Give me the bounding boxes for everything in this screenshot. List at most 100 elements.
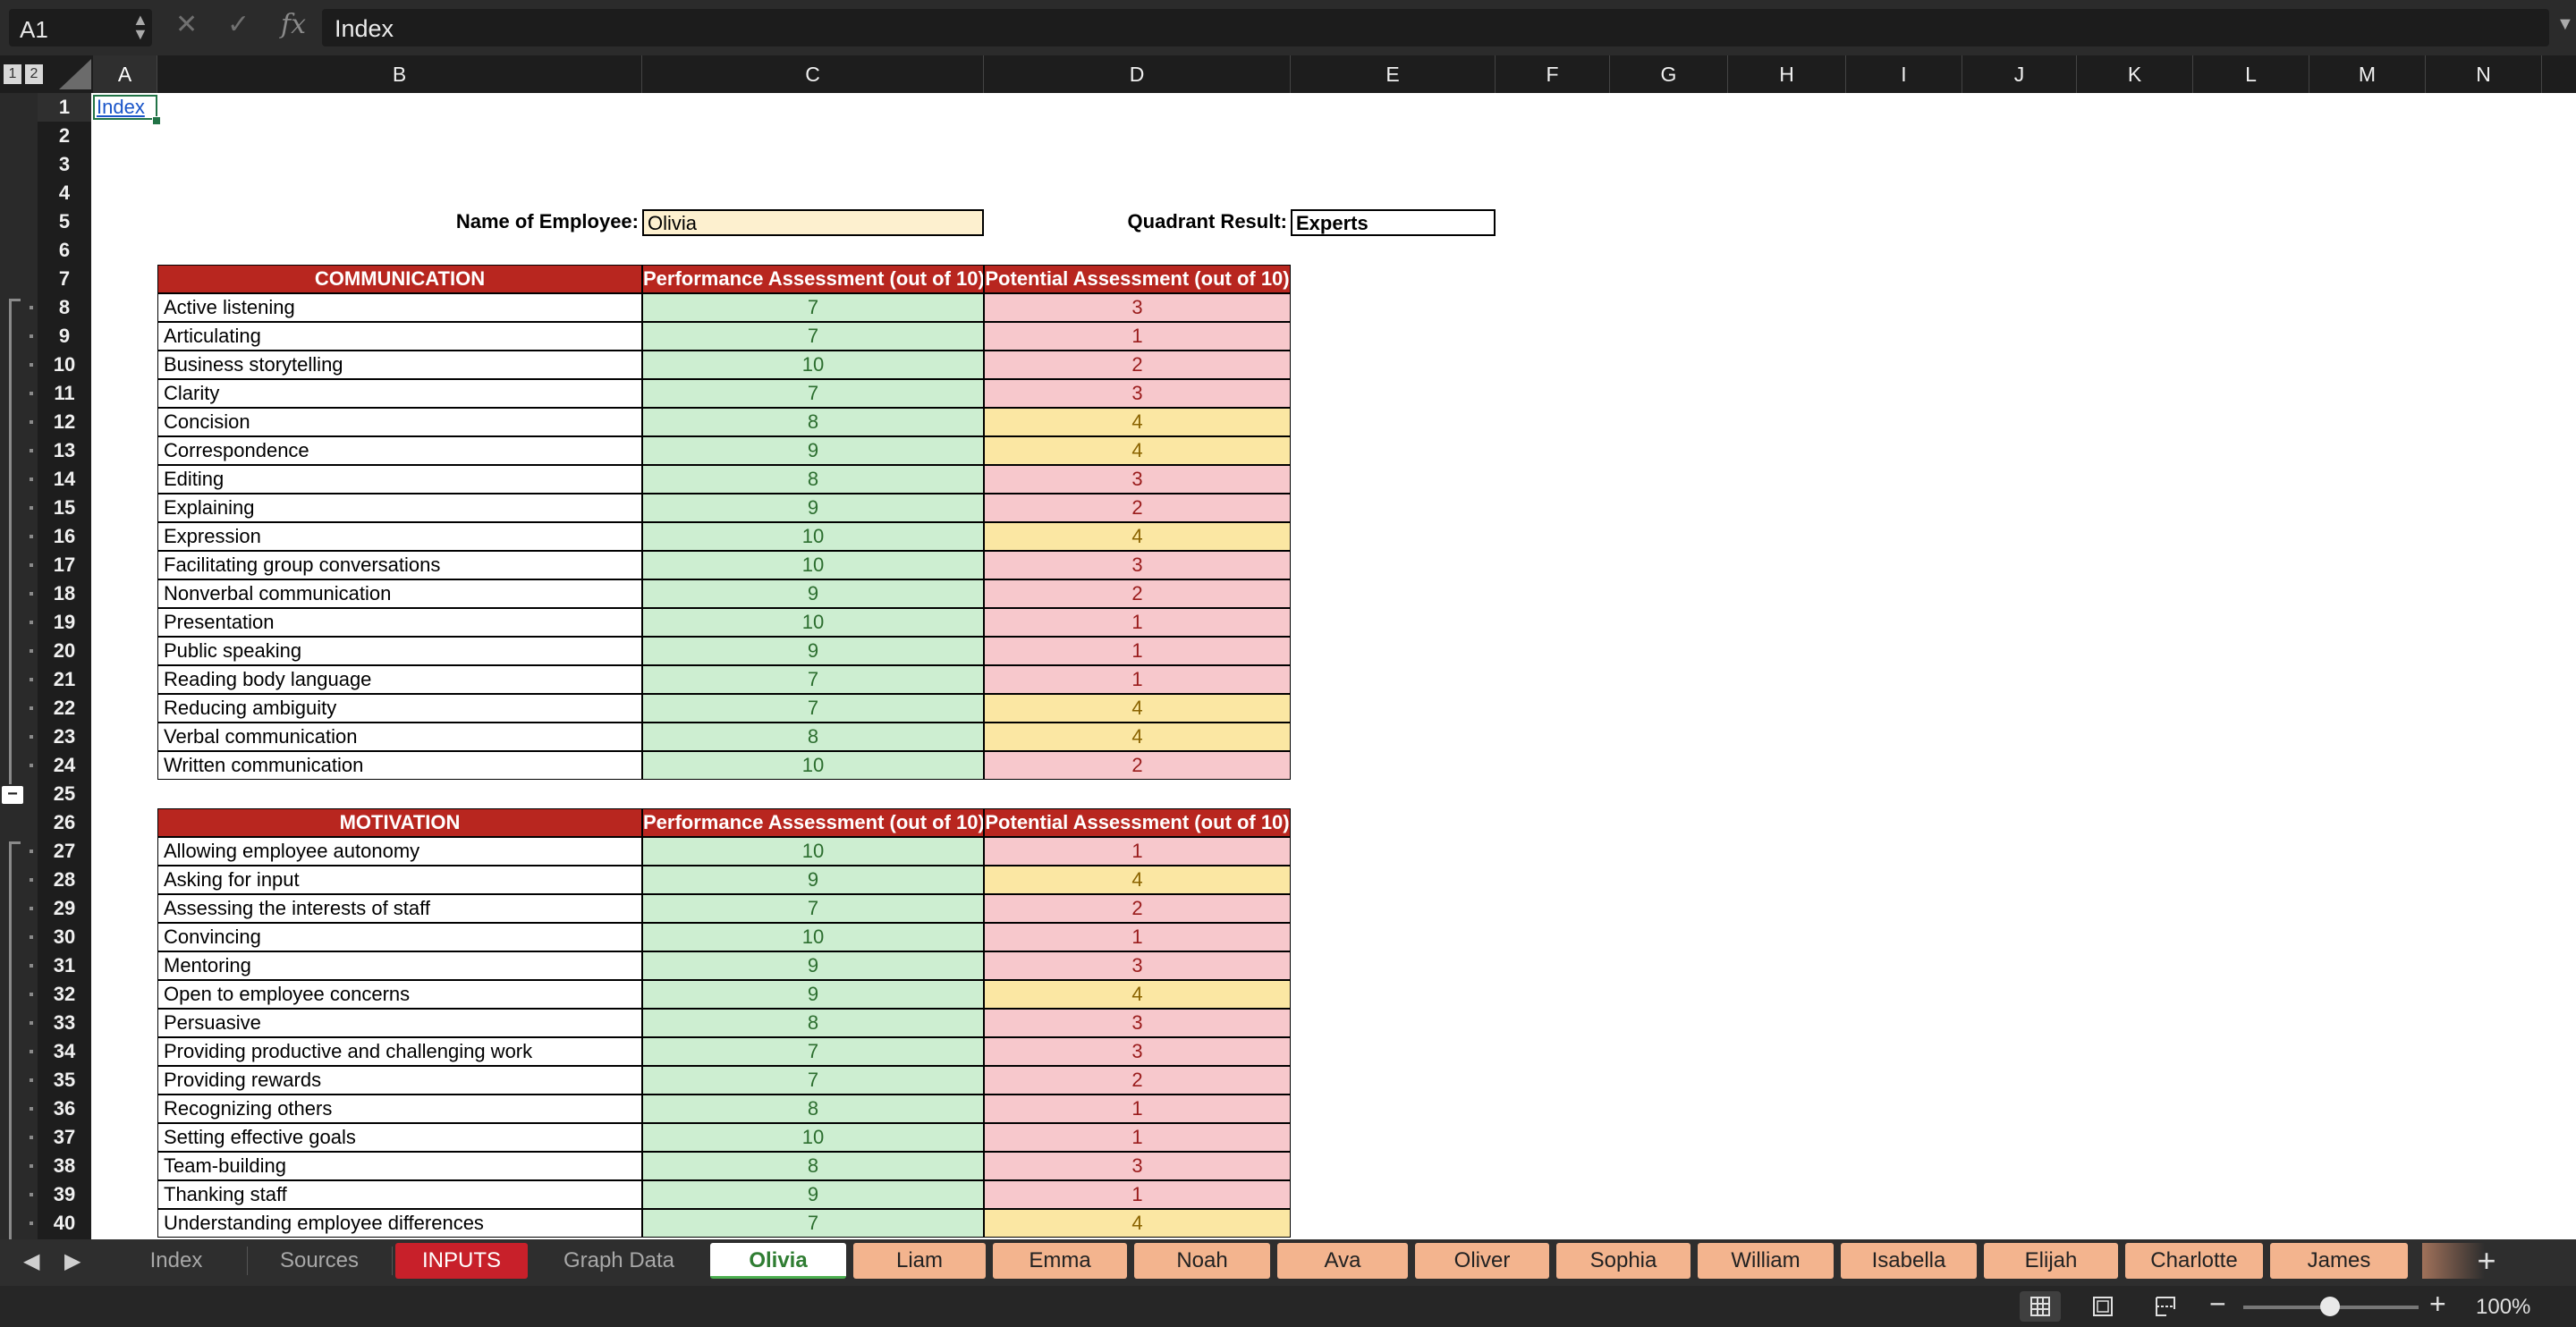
column-header-g[interactable]: G xyxy=(1610,55,1728,93)
communication-skill-cell[interactable]: Correspondence xyxy=(157,436,642,465)
zoom-in-button[interactable]: + xyxy=(2429,1288,2446,1321)
sheet-tab-isabella[interactable]: Isabella xyxy=(1841,1243,1977,1279)
row-header-7[interactable]: 7 xyxy=(38,265,91,293)
motivation-skill-cell[interactable]: Team-building xyxy=(157,1152,642,1180)
sheet-tab-elijah[interactable]: Elijah xyxy=(1984,1243,2118,1279)
communication-performance-cell[interactable]: 7 xyxy=(642,379,984,408)
motivation-skill-cell[interactable]: Recognizing others xyxy=(157,1095,642,1123)
row-header-19[interactable]: 19 xyxy=(38,608,91,637)
formula-input[interactable]: Index xyxy=(322,9,2549,46)
communication-potential-cell[interactable]: 2 xyxy=(984,579,1291,608)
motivation-performance-cell[interactable]: 7 xyxy=(642,1037,984,1066)
motivation-skill-cell[interactable]: Mentoring xyxy=(157,951,642,980)
communication-potential-cell[interactable]: 3 xyxy=(984,465,1291,494)
row-header-4[interactable]: 4 xyxy=(38,179,91,207)
row-header-11[interactable]: 11 xyxy=(38,379,91,408)
row-header-5[interactable]: 5 xyxy=(38,207,91,236)
motivation-performance-cell[interactable]: 7 xyxy=(642,1066,984,1095)
sheet-tab-james[interactable]: James xyxy=(2270,1243,2408,1279)
motivation-performance-cell[interactable]: 9 xyxy=(642,1180,984,1209)
row-header-35[interactable]: 35 xyxy=(38,1066,91,1095)
row-header-28[interactable]: 28 xyxy=(38,866,91,894)
communication-performance-cell[interactable]: 8 xyxy=(642,465,984,494)
communication-performance-cell[interactable]: 10 xyxy=(642,751,984,780)
motivation-performance-cell[interactable]: 9 xyxy=(642,866,984,894)
sheet-tab-ava[interactable]: Ava xyxy=(1277,1243,1408,1279)
row-header-38[interactable]: 38 xyxy=(38,1152,91,1180)
outline-level-2-button[interactable]: 2 xyxy=(25,64,43,84)
motivation-potential-cell[interactable]: 3 xyxy=(984,1152,1291,1180)
communication-potential-cell[interactable]: 1 xyxy=(984,637,1291,665)
communication-potential-cell[interactable]: 2 xyxy=(984,494,1291,522)
motivation-potential-cell[interactable]: 1 xyxy=(984,837,1291,866)
collapse-group-button[interactable]: − xyxy=(2,785,23,804)
communication-skill-cell[interactable]: Public speaking xyxy=(157,637,642,665)
formula-expand-icon[interactable]: ▼ xyxy=(2556,14,2574,35)
column-header-e[interactable]: E xyxy=(1291,55,1496,93)
row-header-29[interactable]: 29 xyxy=(38,894,91,923)
motivation-performance-cell[interactable]: 8 xyxy=(642,1152,984,1180)
sheet-tab-oliver[interactable]: Oliver xyxy=(1415,1243,1549,1279)
communication-skill-cell[interactable]: Verbal communication xyxy=(157,723,642,751)
fill-handle[interactable] xyxy=(152,116,161,125)
motivation-potential-cell[interactable]: 1 xyxy=(984,1095,1291,1123)
row-header-22[interactable]: 22 xyxy=(38,694,91,723)
motivation-performance-cell[interactable]: 9 xyxy=(642,951,984,980)
zoom-out-button[interactable]: − xyxy=(2209,1288,2226,1321)
row-header-36[interactable]: 36 xyxy=(38,1095,91,1123)
row-header-8[interactable]: 8 xyxy=(38,293,91,322)
row-header-17[interactable]: 17 xyxy=(38,551,91,579)
row-header-18[interactable]: 18 xyxy=(38,579,91,608)
motivation-skill-cell[interactable]: Asking for input xyxy=(157,866,642,894)
sheet-tab-sophia[interactable]: Sophia xyxy=(1556,1243,1690,1279)
communication-skill-cell[interactable]: Articulating xyxy=(157,322,642,351)
communication-performance-cell[interactable]: 7 xyxy=(642,293,984,322)
row-header-9[interactable]: 9 xyxy=(38,322,91,351)
quadrant-result-field[interactable]: Experts xyxy=(1291,209,1496,236)
column-header-b[interactable]: B xyxy=(157,55,642,93)
communication-performance-cell[interactable]: 7 xyxy=(642,322,984,351)
motivation-skill-cell[interactable]: Open to employee concerns xyxy=(157,980,642,1009)
communication-skill-cell[interactable]: Expression xyxy=(157,522,642,551)
motivation-skill-cell[interactable]: Thanking staff xyxy=(157,1180,642,1209)
communication-potential-cell[interactable]: 4 xyxy=(984,694,1291,723)
page-layout-icon[interactable] xyxy=(2082,1291,2123,1322)
communication-potential-cell[interactable]: 1 xyxy=(984,322,1291,351)
row-header-23[interactable]: 23 xyxy=(38,723,91,751)
motivation-performance-cell[interactable]: 7 xyxy=(642,894,984,923)
communication-potential-cell[interactable]: 2 xyxy=(984,751,1291,780)
communication-potential-cell[interactable]: 3 xyxy=(984,379,1291,408)
sheet-tab-charlotte[interactable]: Charlotte xyxy=(2125,1243,2263,1279)
motivation-skill-cell[interactable]: Allowing employee autonomy xyxy=(157,837,642,866)
sheet-tab-olivia[interactable]: Olivia xyxy=(710,1243,846,1279)
row-header-30[interactable]: 30 xyxy=(38,923,91,951)
communication-potential-cell[interactable]: 4 xyxy=(984,522,1291,551)
communication-performance-cell[interactable]: 9 xyxy=(642,579,984,608)
communication-performance-cell[interactable]: 9 xyxy=(642,436,984,465)
column-header-a[interactable]: A xyxy=(93,55,157,93)
motivation-potential-cell[interactable]: 1 xyxy=(984,1123,1291,1152)
column-header-d[interactable]: D xyxy=(984,55,1291,93)
column-header-h[interactable]: H xyxy=(1728,55,1846,93)
motivation-potential-cell[interactable]: 2 xyxy=(984,1066,1291,1095)
outline-level-1-button[interactable]: 1 xyxy=(4,64,21,84)
motivation-potential-cell[interactable]: 1 xyxy=(984,923,1291,951)
row-header-2[interactable]: 2 xyxy=(38,122,91,150)
communication-potential-cell[interactable]: 3 xyxy=(984,551,1291,579)
motivation-performance-cell[interactable]: 10 xyxy=(642,1123,984,1152)
sheet-tab-index[interactable]: Index xyxy=(109,1243,243,1279)
column-header-k[interactable]: K xyxy=(2077,55,2193,93)
communication-performance-cell[interactable]: 9 xyxy=(642,637,984,665)
motivation-skill-cell[interactable]: Understanding employee differences xyxy=(157,1209,642,1238)
row-header-26[interactable]: 26 xyxy=(38,808,91,837)
row-header-15[interactable]: 15 xyxy=(38,494,91,522)
motivation-potential-cell[interactable]: 1 xyxy=(984,1180,1291,1209)
motivation-potential-cell[interactable]: 2 xyxy=(984,894,1291,923)
row-header-3[interactable]: 3 xyxy=(38,150,91,179)
column-header-n[interactable]: N xyxy=(2426,55,2542,93)
row-header-37[interactable]: 37 xyxy=(38,1123,91,1152)
motivation-potential-cell[interactable]: 3 xyxy=(984,951,1291,980)
motivation-skill-cell[interactable]: Providing productive and challenging wor… xyxy=(157,1037,642,1066)
column-header-f[interactable]: F xyxy=(1496,55,1610,93)
column-header-c[interactable]: C xyxy=(642,55,984,93)
